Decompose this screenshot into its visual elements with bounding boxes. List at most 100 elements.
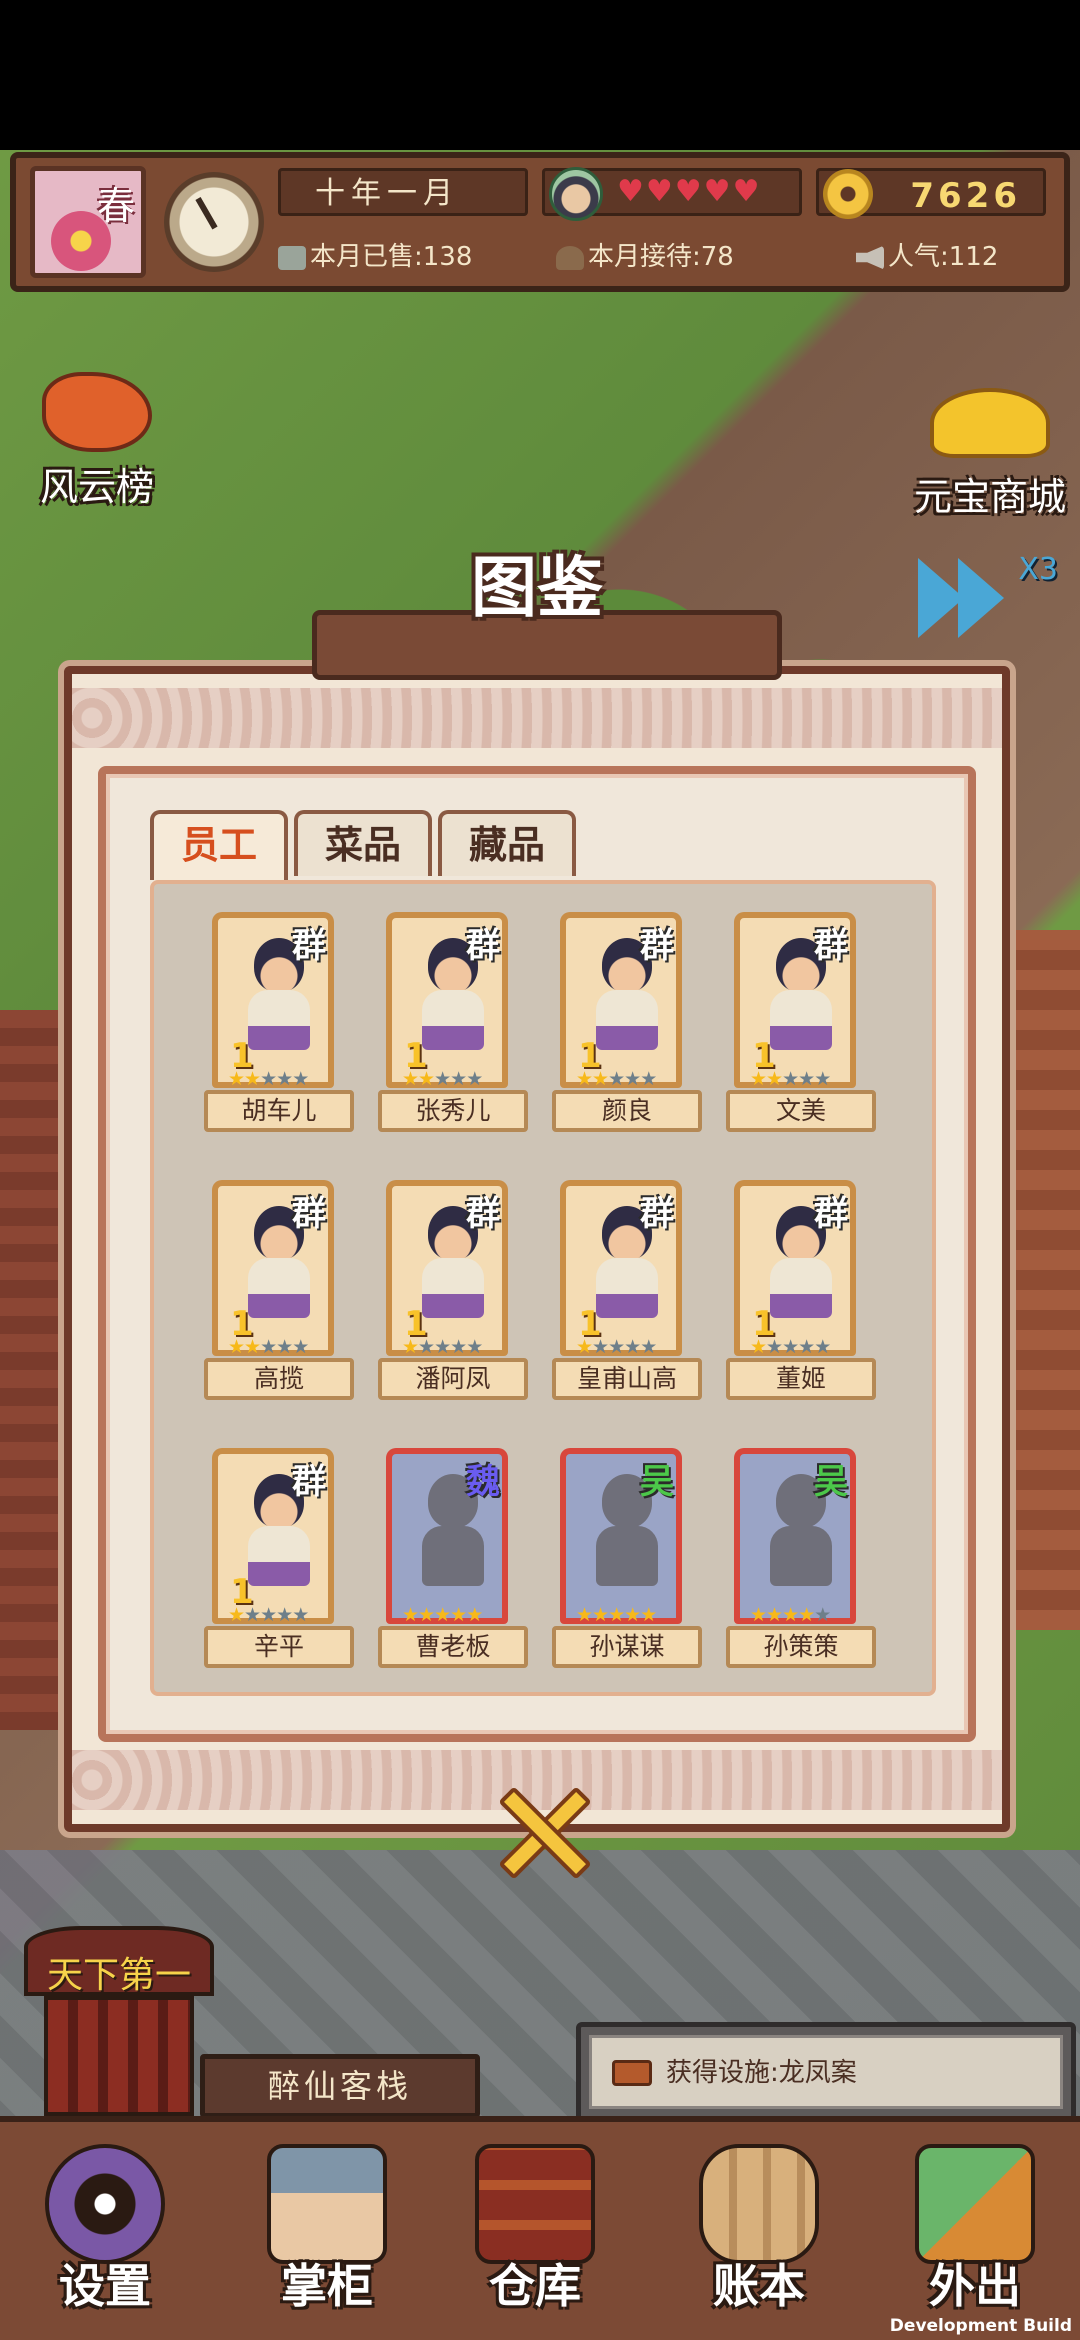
card-frame: 群 1 ★★★★★	[212, 912, 334, 1090]
star-rating: ★★★★★	[228, 1068, 309, 1090]
staff-card[interactable]: 群 1 ★★★★★ 辛平	[204, 1448, 354, 1668]
star-rating: ★★★★★	[750, 1336, 831, 1358]
star-icon: ★	[466, 1068, 483, 1090]
card-frame: 群 1 ★★★★★	[212, 1180, 334, 1358]
close-button[interactable]	[484, 1778, 604, 1888]
faction-tag: 群	[640, 926, 674, 966]
card-frame: 吴 ★★★★★	[734, 1448, 856, 1626]
star-icon: ★	[418, 1336, 435, 1358]
star-icon: ★	[624, 1336, 641, 1358]
star-icon: ★	[608, 1336, 625, 1358]
staff-card[interactable]: 吴 ★★★★★ 孙策策	[726, 1448, 876, 1668]
star-icon: ★	[244, 1068, 261, 1090]
star-icon: ★	[434, 1336, 451, 1358]
shopkeeper-button[interactable]: 掌柜	[232, 2144, 422, 2340]
clock-hand	[195, 197, 218, 230]
staff-card[interactable]: 群 1 ★★★★★ 文美	[726, 912, 876, 1132]
staff-card[interactable]: 群 1 ★★★★★ 董姬	[726, 1180, 876, 1400]
star-rating: ★★★★★	[228, 1336, 309, 1358]
owner-avatar[interactable]	[549, 167, 603, 221]
star-rating: ★★★★★	[576, 1604, 657, 1626]
travel-label: 外出	[929, 2259, 1021, 2313]
shop-label: 元宝商城	[913, 475, 1066, 519]
season-badge[interactable]: 春	[30, 166, 146, 278]
staff-name: 文美	[726, 1090, 876, 1132]
staff-card[interactable]: 魏 ★★★★★ 曹老板	[378, 1448, 528, 1668]
card-frame: 群 1 ★★★★★	[734, 1180, 856, 1358]
tab-collectibles[interactable]: 藏品	[438, 810, 576, 876]
ingot-shop-button[interactable]: 元宝商城	[900, 388, 1080, 521]
staff-card[interactable]: 群 1 ★★★★★ 潘阿凤	[378, 1180, 528, 1400]
coin-icon	[823, 169, 873, 219]
staff-name: 皇甫山高	[552, 1358, 702, 1400]
notification-content: 获得设施:龙凤案	[589, 2035, 1063, 2109]
popularity-stat: 人气:112	[856, 236, 998, 273]
star-icon: ★	[260, 1604, 277, 1626]
sold-value: 138	[422, 242, 473, 272]
star-icon: ★	[466, 1336, 483, 1358]
inn-sign[interactable]: 天下第一	[14, 1926, 224, 2126]
ledger-label: 账本	[713, 2259, 805, 2313]
speaker-icon	[856, 245, 884, 270]
faction-tag: 魏	[466, 1462, 500, 1502]
card-frame: 群 1 ★★★★★	[386, 1180, 508, 1358]
bottom-nav-bar: 设置 掌柜 仓库 账本 外出	[0, 2116, 1080, 2340]
coin-display[interactable]: 7626	[816, 168, 1046, 219]
portrait-body	[770, 990, 832, 1050]
staff-name: 张秀儿	[378, 1090, 528, 1132]
star-icon: ★	[450, 1604, 467, 1626]
ranking-button[interactable]: 风云榜	[22, 372, 172, 511]
travel-button[interactable]: 外出	[880, 2144, 1070, 2340]
star-icon: ★	[798, 1604, 815, 1626]
star-icon: ★	[798, 1068, 815, 1090]
clock-icon[interactable]	[164, 172, 264, 272]
tab-staff[interactable]: 员工	[150, 810, 288, 880]
faction-tag: 群	[814, 1194, 848, 1234]
star-icon: ★	[292, 1604, 309, 1626]
notification-text: 获得设施:龙凤案	[666, 2058, 857, 2088]
portrait-body	[596, 1526, 658, 1586]
staff-card[interactable]: 群 1 ★★★★★ 张秀儿	[378, 912, 528, 1132]
star-icon: ★	[624, 1068, 641, 1090]
staff-card[interactable]: 群 1 ★★★★★ 皇甫山高	[552, 1180, 702, 1400]
star-icon: ★	[640, 1336, 657, 1358]
date-display: 十年一月	[278, 168, 528, 216]
star-icon: ★	[292, 1336, 309, 1358]
staff-name: 曹老板	[378, 1626, 528, 1668]
sold-stat: 本月已售:138	[278, 236, 472, 273]
dish-icon	[278, 245, 306, 270]
warehouse-label: 仓库	[489, 2259, 581, 2313]
staff-card[interactable]: 吴 ★★★★★ 孙谋谋	[552, 1448, 702, 1668]
star-icon: ★	[640, 1068, 657, 1090]
star-rating: ★★★★★	[402, 1336, 483, 1358]
notification-box[interactable]: 获得设施:龙凤案	[576, 2022, 1076, 2122]
star-icon: ★	[814, 1604, 831, 1626]
staff-name: 孙策策	[726, 1626, 876, 1668]
star-rating: ★★★★★	[402, 1604, 483, 1626]
dialog-title: 图鉴	[471, 549, 603, 626]
star-icon: ★	[576, 1068, 593, 1090]
ledger-button[interactable]: 账本	[664, 2144, 854, 2340]
portrait-body	[770, 1526, 832, 1586]
staff-card[interactable]: 群 1 ★★★★★ 颜良	[552, 912, 702, 1132]
settings-button[interactable]: 设置	[10, 2144, 200, 2340]
tab-dishes[interactable]: 菜品	[294, 810, 432, 876]
star-icon: ★	[798, 1336, 815, 1358]
staff-name: 董姬	[726, 1358, 876, 1400]
hearts-icon: ♥♥♥♥♥	[617, 174, 762, 209]
travel-icon	[915, 2144, 1035, 2264]
portrait-body	[422, 1258, 484, 1318]
star-icon: ★	[418, 1068, 435, 1090]
star-icon: ★	[782, 1068, 799, 1090]
staff-card[interactable]: 群 1 ★★★★★ 胡车儿	[204, 912, 354, 1132]
warehouse-button[interactable]: 仓库	[440, 2144, 630, 2340]
star-icon: ★	[260, 1336, 277, 1358]
star-icon: ★	[418, 1604, 435, 1626]
staff-card[interactable]: 群 1 ★★★★★ 高揽	[204, 1180, 354, 1400]
star-icon: ★	[402, 1604, 419, 1626]
star-icon: ★	[276, 1604, 293, 1626]
star-icon: ★	[244, 1336, 261, 1358]
card-frame: 魏 ★★★★★	[386, 1448, 508, 1626]
star-icon: ★	[766, 1068, 783, 1090]
inn-gate-icon	[44, 1996, 194, 2116]
